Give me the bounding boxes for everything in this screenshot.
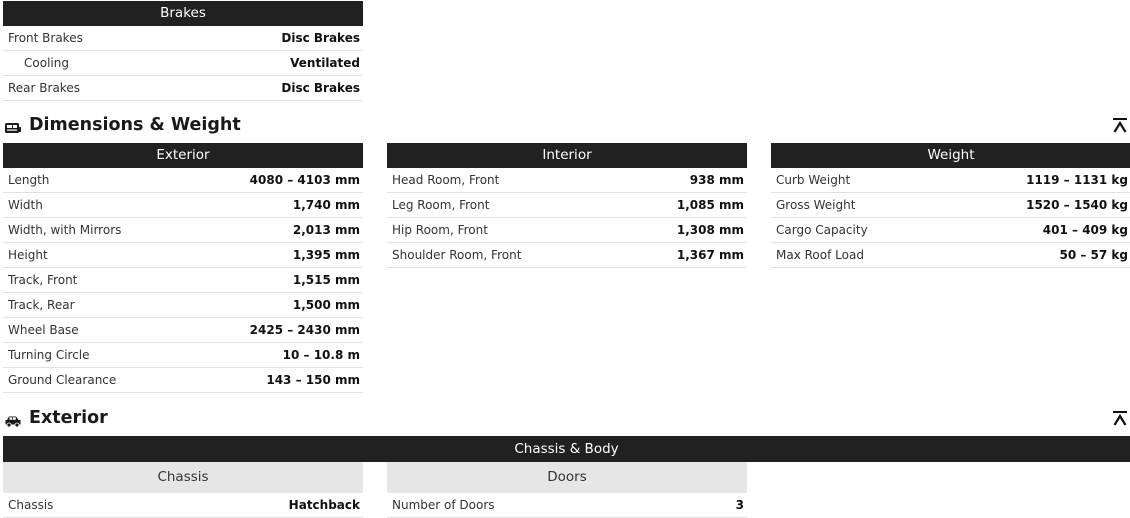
row-value: 401 – 409 kg — [1042, 223, 1128, 237]
row-value: 4080 – 4103 mm — [249, 173, 360, 187]
table-row: Shoulder Room, Front 1,367 mm — [387, 243, 747, 268]
table-row: Leg Room, Front 1,085 mm — [387, 193, 747, 218]
table-row: Cargo Capacity 401 – 409 kg — [771, 218, 1130, 243]
row-label: Height — [8, 248, 48, 262]
table-row: Max Roof Load 50 – 57 kg — [771, 243, 1130, 268]
row-value: 3 — [735, 498, 744, 512]
row-value: Disc Brakes — [281, 81, 360, 95]
table-row: Head Room, Front 938 mm — [387, 168, 747, 193]
row-label: Rear Brakes — [8, 81, 80, 95]
row-value: 1520 – 1540 kg — [1026, 198, 1128, 212]
row-label: Turning Circle — [8, 348, 90, 362]
interior-dimensions-table: Interior Head Room, Front 938 mm Leg Room… — [387, 143, 747, 268]
row-value: 10 – 10.8 m — [282, 348, 360, 362]
section-title-text: Dimensions & Weight — [29, 115, 241, 135]
doors-table: Doors Number of Doors 3 — [387, 462, 747, 518]
row-value: 143 – 150 mm — [266, 373, 360, 387]
row-label: Chassis — [8, 498, 54, 512]
weight-table: Weight Curb Weight 1119 – 1131 kg Gross W… — [771, 143, 1130, 268]
row-value: Ventilated — [290, 56, 360, 70]
row-label: Width, with Mirrors — [8, 223, 122, 237]
chassis-body-header: Chassis & Body — [3, 436, 1130, 462]
row-value: 1,085 mm — [676, 198, 744, 212]
row-value: 1,515 mm — [292, 273, 360, 287]
table-row: Length 4080 – 4103 mm — [3, 168, 363, 193]
brakes-table: Brakes Front Brakes Disc Brakes Cooling … — [3, 1, 363, 101]
exterior-dimensions-table: Exterior Length 4080 – 4103 mm Width 1,740… — [3, 143, 363, 393]
table-row: Width 1,740 mm — [3, 193, 363, 218]
row-value: 1,395 mm — [292, 248, 360, 262]
row-value: Disc Brakes — [281, 31, 360, 45]
table-row: Chassis Hatchback — [3, 493, 363, 518]
row-label: Ground Clearance — [8, 373, 117, 387]
scroll-to-top-icon[interactable] — [1113, 118, 1127, 134]
row-value: 2,013 mm — [292, 223, 360, 237]
row-label: Head Room, Front — [392, 173, 500, 187]
table-row: Number of Doors 3 — [387, 493, 747, 518]
table-row: Front Brakes Disc Brakes — [3, 26, 363, 51]
car-icon — [4, 411, 22, 428]
row-label: Curb Weight — [776, 173, 851, 187]
car-side-icon — [4, 118, 22, 133]
row-value: 1,500 mm — [292, 298, 360, 312]
section-title-dimensions: Dimensions & Weight — [4, 113, 241, 137]
table-row: Track, Front 1,515 mm — [3, 268, 363, 293]
row-label: Cargo Capacity — [776, 223, 868, 237]
section-title-exterior: Exterior — [4, 406, 108, 430]
row-label: Wheel Base — [8, 323, 79, 337]
table-row: Height 1,395 mm — [3, 243, 363, 268]
section-title-text: Exterior — [29, 408, 108, 428]
table-row: Wheel Base 2425 – 2430 mm — [3, 318, 363, 343]
table-row: Track, Rear 1,500 mm — [3, 293, 363, 318]
row-value: 2425 – 2430 mm — [249, 323, 360, 337]
row-value: Hatchback — [288, 498, 360, 512]
table-row: Ground Clearance 143 – 150 mm — [3, 368, 363, 393]
row-label: Track, Rear — [8, 298, 75, 312]
table-row: Turning Circle 10 – 10.8 m — [3, 343, 363, 368]
exterior-table-header: Exterior — [3, 143, 363, 168]
row-label: Track, Front — [8, 273, 78, 287]
table-row: Rear Brakes Disc Brakes — [3, 76, 363, 101]
row-label: Gross Weight — [776, 198, 856, 212]
row-value: 1119 – 1131 kg — [1026, 173, 1128, 187]
row-label: Number of Doors — [392, 498, 495, 512]
row-label: Shoulder Room, Front — [392, 248, 522, 262]
interior-table-header: Interior — [387, 143, 747, 168]
row-label: Width — [8, 198, 43, 212]
row-label: Hip Room, Front — [392, 223, 488, 237]
brakes-table-header: Brakes — [3, 1, 363, 26]
doors-subheader: Doors — [387, 462, 747, 493]
row-value: 1,367 mm — [676, 248, 744, 262]
table-row: Gross Weight 1520 – 1540 kg — [771, 193, 1130, 218]
row-label: Length — [8, 173, 50, 187]
chassis-subheader: Chassis — [3, 462, 363, 493]
row-value: 50 – 57 kg — [1059, 248, 1128, 262]
table-row: Curb Weight 1119 – 1131 kg — [771, 168, 1130, 193]
row-label: Cooling — [24, 56, 69, 70]
weight-table-header: Weight — [771, 143, 1130, 168]
scroll-to-top-icon[interactable] — [1113, 411, 1127, 427]
row-label: Front Brakes — [8, 31, 83, 45]
table-row: Width, with Mirrors 2,013 mm — [3, 218, 363, 243]
row-value: 1,740 mm — [292, 198, 360, 212]
row-label: Max Roof Load — [776, 248, 864, 262]
table-row: Hip Room, Front 1,308 mm — [387, 218, 747, 243]
row-label: Leg Room, Front — [392, 198, 490, 212]
row-value: 938 mm — [689, 173, 744, 187]
row-value: 1,308 mm — [676, 223, 744, 237]
table-row: Cooling Ventilated — [3, 51, 363, 76]
chassis-table: Chassis Chassis Hatchback — [3, 462, 363, 518]
